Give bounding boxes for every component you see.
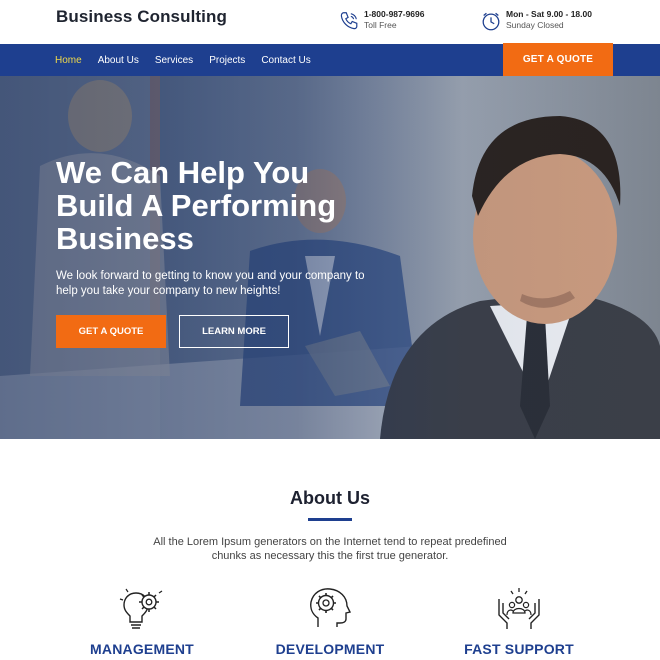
nav-item-about-us[interactable]: About Us [98, 55, 139, 66]
about-description: All the Lorem Ipsum generators on the In… [153, 536, 507, 562]
hero-get-quote-button[interactable]: GET A QUOTE [56, 315, 166, 348]
nav-item-home[interactable]: Home [55, 55, 82, 66]
hero-learn-more-button[interactable]: LEARN MORE [179, 315, 289, 348]
clock-icon [482, 12, 500, 31]
feature-management: MANAGEMENT [52, 585, 232, 657]
feature-development: DEVELOPMENT [240, 585, 420, 657]
phone-contact[interactable]: 1-800-987-9696 Toll Free [338, 9, 425, 33]
nav-menu: Home About Us Services Projects Contact … [55, 44, 327, 76]
hours-label: Sunday Closed [506, 20, 564, 30]
feature-label: MANAGEMENT [90, 641, 194, 657]
about-title: About Us [290, 488, 370, 508]
feature-fast-support: FAST SUPPORT [429, 585, 609, 657]
phone-label: Toll Free [364, 20, 397, 30]
nav-get-quote-button[interactable]: GET A QUOTE [503, 43, 613, 76]
nav-item-services[interactable]: Services [155, 55, 193, 66]
brand-logo-text[interactable]: Business Consulting [56, 7, 227, 27]
hero-overlay [0, 76, 660, 439]
hero-section: We Can Help You Build A Performing Busin… [0, 76, 660, 439]
nav-item-projects[interactable]: Projects [209, 55, 245, 66]
hero-title: We Can Help You Build A Performing Busin… [56, 155, 337, 256]
nav-item-contact-us[interactable]: Contact Us [261, 55, 310, 66]
phone-icon [340, 12, 358, 30]
hero-subtitle: We look forward to getting to know you a… [56, 270, 365, 297]
feature-label: FAST SUPPORT [464, 641, 574, 657]
gear-bulb-icon [119, 588, 163, 629]
top-bar: Business Consulting 1-800-987-9696 Toll … [0, 0, 660, 44]
phone-number[interactable]: 1-800-987-9696 [364, 9, 425, 20]
gear-head-icon [310, 588, 352, 627]
opening-hours: Mon - Sat 9.00 - 18.00 Sunday Closed [480, 9, 592, 33]
feature-label: DEVELOPMENT [275, 641, 385, 657]
hands-team-icon [498, 588, 540, 629]
hours-text: Mon - Sat 9.00 - 18.00 [506, 9, 592, 19]
about-divider [308, 518, 352, 521]
